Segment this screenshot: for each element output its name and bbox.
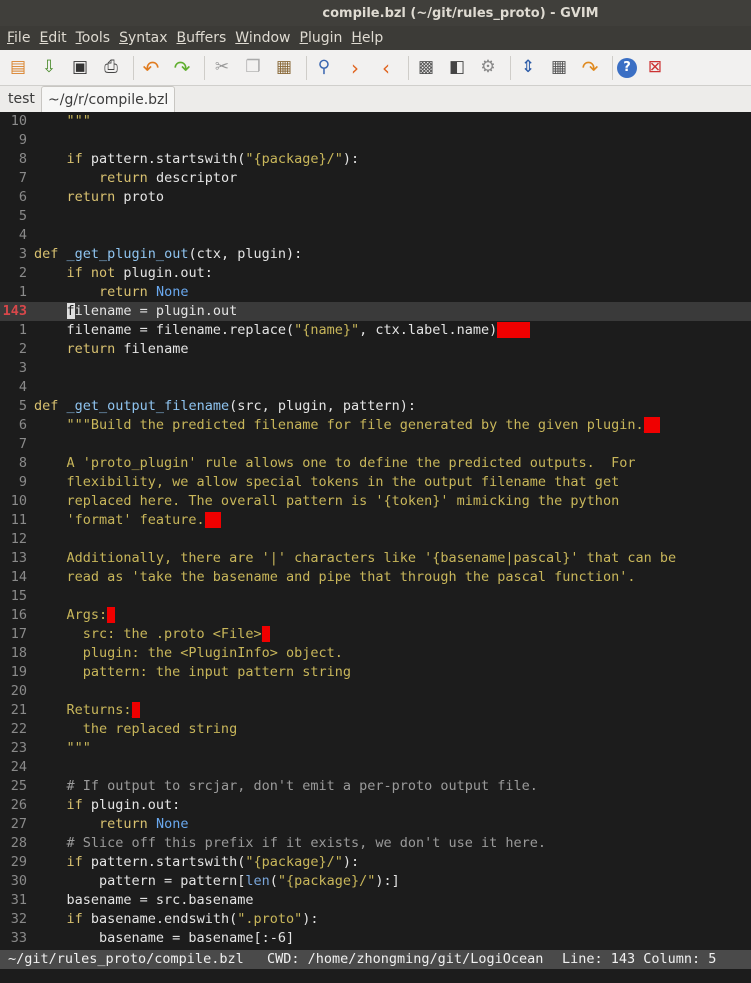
make-icon[interactable]: ⇕ bbox=[515, 55, 541, 81]
code-line: 18 plugin: the <PluginInfo> object. bbox=[10, 645, 343, 661]
toolbar-separator bbox=[408, 55, 409, 80]
code-line: 8 A 'proto_plugin' rule allows one to de… bbox=[18, 455, 636, 471]
status-line: ~/git/rules_proto/compile.bzl CWD: /home/… bbox=[0, 950, 751, 969]
code-line: 11 'format' feature.__ bbox=[10, 512, 221, 528]
run-script-icon[interactable]: ⚙ bbox=[475, 55, 501, 81]
code-line: 7 bbox=[18, 436, 27, 452]
code-line: 32 if basename.endswith(".proto"): bbox=[10, 911, 319, 927]
code-line: 9 bbox=[18, 132, 27, 148]
menu-bar: File Edit Tools Syntax Buffers Window Pl… bbox=[0, 26, 751, 50]
code-line: 6 """Build the predicted filename for fi… bbox=[18, 417, 660, 433]
download-save-icon[interactable]: ⇩ bbox=[36, 55, 62, 81]
editor-buffer[interactable]: 10 """ 9 8 if pattern.startswith("{packa… bbox=[0, 112, 751, 950]
toolbar-separator bbox=[204, 55, 205, 80]
menu-tools[interactable]: Tools bbox=[76, 30, 111, 46]
code-line: 3 def _get_plugin_out(ctx, plugin): bbox=[18, 246, 303, 262]
code-line: 5 def _get_output_filename(src, plugin, p… bbox=[18, 398, 417, 414]
code-line: 25 # If output to srcjar, don't emit a p… bbox=[10, 778, 538, 794]
code-line: 1 filename = filename.replace("{name}", … bbox=[18, 322, 530, 338]
code-line: 28 # Slice off this prefix if it exists,… bbox=[10, 835, 547, 851]
window-title: compile.bzl (~/git/rules_proto) - GVIM bbox=[322, 5, 599, 21]
code-line: 30 pattern = pattern[len("{package}/"):] bbox=[10, 873, 400, 889]
code-line: 5 bbox=[18, 208, 27, 224]
print-icon[interactable]: ⎙ bbox=[98, 55, 124, 81]
load-session-icon[interactable]: ▩ bbox=[413, 55, 439, 81]
code-line: 10 """ bbox=[10, 113, 91, 129]
code-line: 3 bbox=[18, 360, 27, 376]
text-cursor: f bbox=[66, 303, 75, 319]
current-code-line: 143 filename = plugin.out bbox=[0, 302, 751, 321]
status-cursor-position: Line: 143 Column: 5 bbox=[562, 951, 717, 967]
tab-bar: test ~/g/r/compile.bzl bbox=[0, 86, 751, 113]
status-cwd: CWD: /home/zhongming/git/LogiOcean bbox=[267, 951, 544, 967]
code-line: 22 the replaced string bbox=[10, 721, 238, 737]
find-previous-icon[interactable]: ‹ bbox=[373, 55, 399, 81]
find-next-icon[interactable]: › bbox=[342, 55, 368, 81]
redo-icon[interactable]: ↷ bbox=[169, 55, 195, 81]
code-line: 17 src: the .proto <File>_ bbox=[10, 626, 270, 642]
menu-plugin[interactable]: Plugin bbox=[300, 30, 343, 46]
menu-file[interactable]: File bbox=[7, 30, 30, 46]
open-file-icon[interactable]: ▤ bbox=[5, 55, 31, 81]
help-icon[interactable]: ? bbox=[617, 57, 637, 78]
code-line: 7 return descriptor bbox=[18, 170, 238, 186]
code-line: 21 Returns:_ bbox=[10, 702, 140, 718]
build-tags-icon[interactable]: ▦ bbox=[546, 55, 572, 81]
toolbar-separator bbox=[510, 55, 511, 80]
code-line: 33 basename = basename[:-6] bbox=[10, 930, 295, 946]
toolbar-separator bbox=[306, 55, 307, 80]
tab-test[interactable]: test bbox=[2, 86, 41, 112]
code-line: 4 bbox=[18, 227, 27, 243]
code-line: 15 bbox=[10, 588, 27, 604]
tab-compile-bzl[interactable]: ~/g/r/compile.bzl bbox=[41, 86, 176, 113]
code-line: 23 """ bbox=[10, 740, 91, 756]
status-file-path: ~/git/rules_proto/compile.bzl bbox=[8, 951, 244, 967]
code-line: 27 return None bbox=[10, 816, 189, 832]
save-session-icon[interactable]: ◧ bbox=[444, 55, 470, 81]
jump-to-tag-icon[interactable]: ↷ bbox=[577, 55, 603, 81]
paste-icon[interactable]: ▦ bbox=[271, 55, 297, 81]
copy-icon[interactable]: ❐ bbox=[240, 55, 266, 81]
find-replace-icon[interactable]: ⚲ bbox=[311, 55, 337, 81]
code-line: 29 if pattern.startswith("{package}/"): bbox=[10, 854, 360, 870]
menu-syntax[interactable]: Syntax bbox=[119, 30, 167, 46]
menu-edit[interactable]: Edit bbox=[39, 30, 66, 46]
code-line: 10 replaced here. The overall pattern is… bbox=[10, 493, 620, 509]
code-line: 14 read as 'take the basename and pipe t… bbox=[10, 569, 636, 585]
code-line: 1 return None bbox=[18, 284, 189, 300]
code-line: 9 flexibility, we allow special tokens i… bbox=[18, 474, 620, 490]
toolbar-separator bbox=[612, 55, 613, 80]
code-line: 8 if pattern.startswith("{package}/"): bbox=[18, 151, 360, 167]
cut-icon[interactable]: ✂ bbox=[209, 55, 235, 81]
code-line: 24 bbox=[10, 759, 27, 775]
find-help-icon[interactable]: ⊠ bbox=[642, 55, 668, 81]
code-line: 4 bbox=[18, 379, 27, 395]
save-icon[interactable]: ▣ bbox=[67, 55, 93, 81]
menu-window[interactable]: Window bbox=[235, 30, 290, 46]
code-line: 19 pattern: the input pattern string bbox=[10, 664, 351, 680]
menu-help[interactable]: Help bbox=[351, 30, 383, 46]
command-line[interactable] bbox=[0, 969, 751, 983]
toolbar-separator bbox=[133, 55, 134, 80]
code-line: 20 bbox=[10, 683, 27, 699]
code-line: 2 return filename bbox=[18, 341, 189, 357]
menu-buffers[interactable]: Buffers bbox=[177, 30, 227, 46]
code-line: 31 basename = src.basename bbox=[10, 892, 254, 908]
code-line: 2 if not plugin.out: bbox=[18, 265, 213, 281]
code-line: 16 Args:_ bbox=[10, 607, 116, 623]
code-line: 12 bbox=[10, 531, 27, 547]
code-line: 26 if plugin.out: bbox=[10, 797, 181, 813]
undo-icon[interactable]: ↶ bbox=[138, 55, 164, 81]
code-line: 6 return proto bbox=[18, 189, 165, 205]
code-line: 13 Additionally, there are '|' character… bbox=[10, 550, 677, 566]
toolbar: ▤ ⇩ ▣ ⎙ ↶ ↷ ✂ ❐ ▦ ⚲ › ‹ ▩ ◧ ⚙ ⇕ ▦ ↷ ? ⊠ bbox=[0, 50, 751, 86]
window-title-bar: compile.bzl (~/git/rules_proto) - GVIM bbox=[0, 0, 751, 26]
